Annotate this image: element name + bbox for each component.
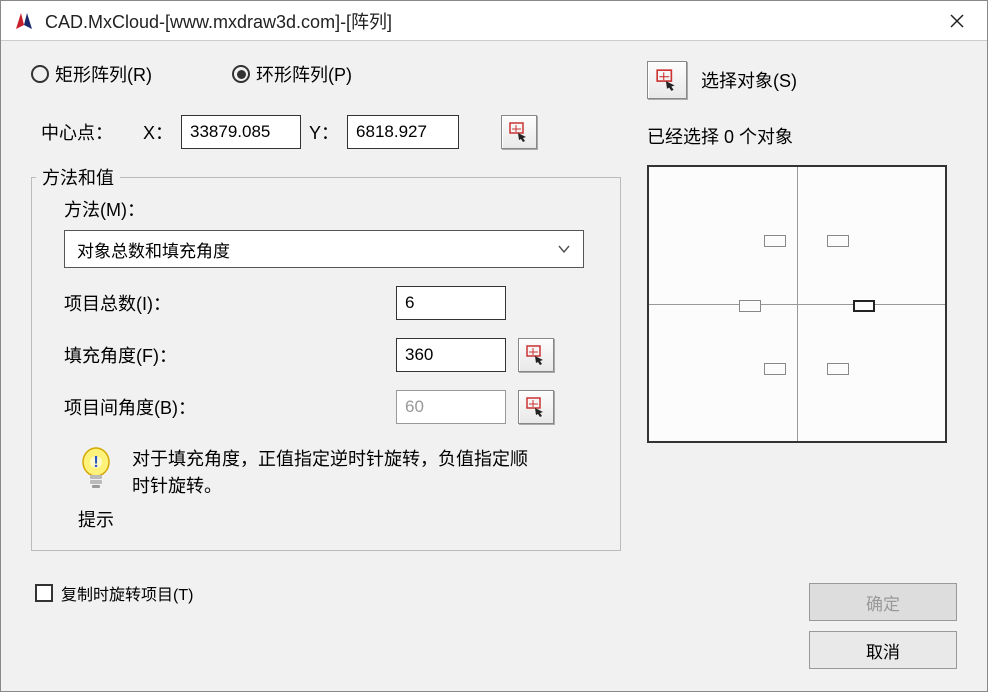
between-angle-input <box>396 390 506 424</box>
method-row: 方法(M)： 对象总数和填充角度 <box>50 196 602 268</box>
total-items-input[interactable] <box>396 286 506 320</box>
array-type-radios: 矩形阵列(R) 环形阵列(P) <box>31 61 621 87</box>
radio-rect-label: 矩形阵列(R) <box>55 61 152 87</box>
total-items-row: 项目总数(I)： <box>50 286 602 320</box>
center-y-label: Y： <box>309 119 339 145</box>
close-icon <box>950 14 964 28</box>
center-point-row: 中心点： X： Y： <box>31 115 621 149</box>
rotate-copy-checkbox[interactable]: 复制时旋转项目(T) <box>31 581 621 605</box>
fill-angle-input[interactable] <box>396 338 506 372</box>
between-angle-row: 项目间角度(B)： <box>50 390 602 424</box>
selection-status: 已经选择 0 个对象 <box>647 123 957 149</box>
total-items-label: 项目总数(I)： <box>64 290 384 316</box>
center-x-label: X： <box>143 119 173 145</box>
dialog-content: 矩形阵列(R) 环形阵列(P) 中心点： X： Y： <box>1 41 987 691</box>
pick-between-angle-button[interactable] <box>518 390 554 424</box>
method-dropdown[interactable]: 对象总数和填充角度 <box>64 230 584 268</box>
method-groupbox: 方法和值 方法(M)： 对象总数和填充角度 项目总数(I)： 填充角度( <box>31 177 621 551</box>
radio-polar-label: 环形阵列(P) <box>256 61 352 87</box>
lightbulb-icon: ! <box>78 446 114 494</box>
preview-item <box>764 363 786 375</box>
method-value: 对象总数和填充角度 <box>77 237 230 262</box>
svg-text:!: ! <box>93 454 98 471</box>
tip-text: 对于填充角度，正值指定逆时针旋转，负值指定顺时针旋转。 <box>132 446 532 500</box>
preview-box <box>647 165 947 443</box>
preview-item-selected <box>853 300 875 312</box>
between-angle-label: 项目间角度(B)： <box>64 394 384 420</box>
preview-item <box>739 300 761 312</box>
radio-icon <box>232 65 250 83</box>
titlebar: CAD.MxCloud-[www.mxdraw3d.com]-[阵列] <box>1 1 987 41</box>
pick-center-button[interactable] <box>501 115 537 149</box>
preview-item <box>827 363 849 375</box>
select-objects-row: 选择对象(S) <box>647 61 957 99</box>
preview-item <box>827 235 849 247</box>
radio-icon <box>31 65 49 83</box>
pick-point-icon <box>655 68 679 92</box>
pick-fill-angle-button[interactable] <box>518 338 554 372</box>
pick-point-icon <box>525 396 547 418</box>
tip-row: ! 对于填充角度，正值指定逆时针旋转，负值指定顺时针旋转。 <box>50 446 602 500</box>
center-label: 中心点： <box>41 119 113 145</box>
select-objects-label: 选择对象(S) <box>701 67 797 93</box>
close-button[interactable] <box>935 3 979 39</box>
checkbox-icon <box>35 584 53 602</box>
center-x-input[interactable] <box>181 115 301 149</box>
preview-axis-horizontal <box>649 304 945 305</box>
fill-angle-label: 填充角度(F)： <box>64 342 384 368</box>
tip-label: 提示 <box>50 506 602 532</box>
select-objects-button[interactable] <box>647 61 687 99</box>
chevron-down-icon <box>557 244 571 254</box>
groupbox-title: 方法和值 <box>36 164 120 190</box>
dialog-window: CAD.MxCloud-[www.mxdraw3d.com]-[阵列] 矩形阵列… <box>0 0 988 692</box>
ok-button: 确定 <box>809 583 957 621</box>
center-y-input[interactable] <box>347 115 459 149</box>
preview-item <box>764 235 786 247</box>
app-icon <box>13 10 35 32</box>
window-title: CAD.MxCloud-[www.mxdraw3d.com]-[阵列] <box>45 8 935 34</box>
pick-point-icon <box>525 344 547 366</box>
cancel-button[interactable]: 取消 <box>809 631 957 669</box>
dialog-buttons: 确定 取消 <box>809 583 957 669</box>
radio-rect-array[interactable]: 矩形阵列(R) <box>31 61 152 87</box>
method-label: 方法(M)： <box>64 196 602 222</box>
rotate-copy-label: 复制时旋转项目(T) <box>61 581 193 605</box>
fill-angle-row: 填充角度(F)： <box>50 338 602 372</box>
left-column: 矩形阵列(R) 环形阵列(P) 中心点： X： Y： <box>31 61 621 605</box>
pick-point-icon <box>508 121 530 143</box>
right-column: 选择对象(S) 已经选择 0 个对象 <box>647 61 957 443</box>
radio-polar-array[interactable]: 环形阵列(P) <box>232 61 352 87</box>
